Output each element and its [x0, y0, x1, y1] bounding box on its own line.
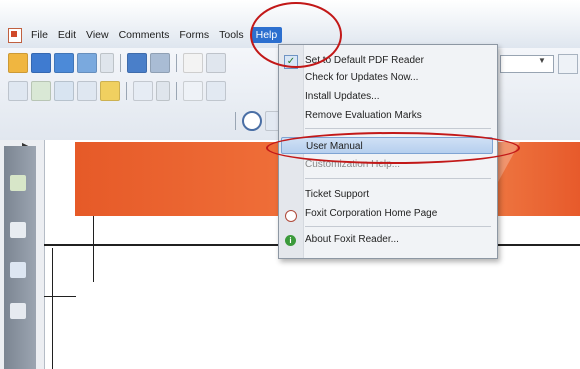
toolbar-row-1	[8, 50, 226, 76]
menu-help[interactable]: Help	[250, 27, 283, 43]
chevron-down-icon[interactable]: ▼	[538, 56, 546, 65]
zoom-icon[interactable]	[133, 81, 153, 101]
menu-tools[interactable]: Tools	[214, 27, 249, 43]
help-menu-dropdown: ✓ Set to Default PDF Reader Check for Up…	[278, 44, 498, 259]
select-tool-icon[interactable]	[206, 53, 226, 73]
menu-file[interactable]: File	[26, 27, 53, 43]
bookmark-icon[interactable]	[100, 81, 120, 101]
undo-icon[interactable]	[127, 53, 147, 73]
open-icon[interactable]	[8, 53, 28, 73]
menubar: File Edit View Comments Forms Tools Help	[0, 0, 580, 48]
hand-tool-icon[interactable]	[183, 53, 203, 73]
menu-item-check-updates[interactable]: Check for Updates Now...	[305, 69, 493, 86]
menu-edit[interactable]: Edit	[53, 27, 81, 43]
menu-forms[interactable]: Forms	[174, 27, 214, 43]
page-border-line	[52, 248, 53, 369]
page-border-line	[93, 216, 94, 282]
check-icon: ✓	[284, 55, 298, 69]
menu-view[interactable]: View	[81, 27, 114, 43]
toolbar-separator	[176, 82, 177, 100]
toolbar-separator	[120, 54, 121, 72]
toolbar-separator	[235, 112, 236, 130]
menu-item-customization-help[interactable]: Customization Help...	[305, 156, 493, 173]
ellipse-tool-icon[interactable]	[242, 111, 262, 131]
globe-icon	[285, 210, 297, 222]
print-icon[interactable]	[54, 53, 74, 73]
page-border-line	[44, 296, 76, 297]
toolbar-row-2	[8, 78, 226, 104]
save-icon[interactable]	[31, 53, 51, 73]
menu-item-home-page[interactable]: Foxit Corporation Home Page	[305, 205, 493, 222]
page-continuous-icon[interactable]	[31, 81, 51, 101]
redo-icon[interactable]	[150, 53, 170, 73]
fit-page-icon[interactable]	[183, 81, 203, 101]
menu-separator	[305, 178, 491, 179]
menu-item-user-manual[interactable]: User Manual	[281, 137, 493, 154]
menu-item-ticket-support[interactable]: Ticket Support	[305, 186, 493, 203]
pages-icon[interactable]	[10, 175, 26, 191]
chevron-down-icon[interactable]	[156, 81, 170, 101]
toolbar-separator	[126, 82, 127, 100]
page-facing-icon[interactable]	[54, 81, 74, 101]
page-layout-icon[interactable]	[8, 81, 28, 101]
toolbar-separator	[176, 54, 177, 72]
menu-item-set-default[interactable]: Set to Default PDF Reader	[305, 52, 493, 69]
toolbar-right-button[interactable]	[558, 54, 578, 74]
page-cover-icon[interactable]	[77, 81, 97, 101]
attachments-icon[interactable]	[10, 303, 26, 319]
email-icon[interactable]	[77, 53, 97, 73]
info-icon: i	[285, 235, 296, 246]
layers-icon[interactable]	[10, 222, 26, 238]
chevron-down-icon[interactable]	[100, 53, 114, 73]
menu-separator	[305, 128, 491, 129]
menu-item-about[interactable]: About Foxit Reader...	[305, 231, 493, 248]
menu-separator	[305, 226, 491, 227]
comments-icon[interactable]	[10, 262, 26, 278]
menu-item-remove-marks[interactable]: Remove Evaluation Marks	[305, 107, 493, 124]
menu-item-install-updates[interactable]: Install Updates...	[305, 88, 493, 105]
fit-width-icon[interactable]	[206, 81, 226, 101]
app-icon	[8, 27, 22, 43]
menu-comments[interactable]: Comments	[114, 27, 175, 43]
